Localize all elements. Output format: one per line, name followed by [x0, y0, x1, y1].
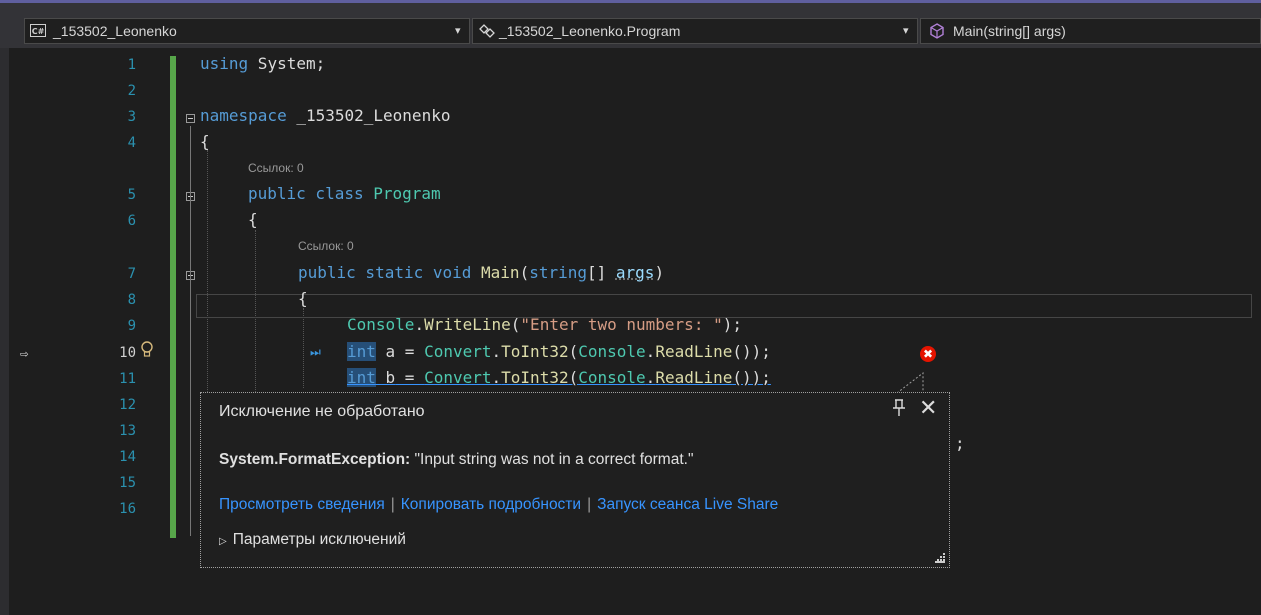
exception-message: System.FormatException: "Input string wa… — [219, 451, 693, 469]
popup-pointer — [896, 371, 924, 394]
error-icon[interactable]: ✖ — [920, 346, 936, 362]
indent-guide — [303, 308, 304, 388]
code-line-9: Console.WriteLine("Enter two numbers: ")… — [347, 315, 742, 334]
chevron-down-icon: ▾ — [455, 25, 461, 37]
class-dropdown-label: _153502_Leonenko.Program — [499, 23, 681, 39]
exception-settings-label: Параметры исключений — [232, 531, 406, 548]
code-line-5: public class Program — [248, 184, 441, 203]
line-number-current: 10 — [119, 345, 136, 361]
line-number: 9 — [127, 318, 136, 334]
view-details-link[interactable]: Просмотреть сведения — [219, 496, 385, 513]
live-share-link[interactable]: Запуск сеанса Live Share — [597, 496, 778, 513]
title-accent-line — [0, 0, 1261, 3]
line-number: 3 — [127, 109, 136, 125]
pin-icon[interactable] — [892, 399, 906, 417]
line-number: 4 — [127, 135, 136, 151]
code-line-3: namespace _153502_Leonenko — [200, 106, 451, 125]
project-dropdown[interactable]: C# _153502_Leonenko ▾ — [24, 18, 470, 44]
line-number: 11 — [119, 371, 136, 387]
line-number: 2 — [127, 83, 136, 99]
collapse-icon[interactable] — [186, 114, 195, 123]
code-line-10: int a = Convert.ToInt32(Console.ReadLine… — [347, 342, 771, 361]
resize-grip-icon[interactable] — [935, 553, 945, 563]
navigation-bar: C# _153502_Leonenko ▾ _153502_Leonenko.P… — [0, 0, 1261, 48]
exception-type: System.FormatException: — [219, 451, 411, 468]
line-number: 8 — [127, 292, 136, 308]
line-number: 15 — [119, 475, 136, 491]
exception-title: Исключение не обработано — [219, 403, 425, 420]
lightbulb-icon[interactable] — [140, 341, 154, 359]
chevron-down-icon: ▾ — [903, 25, 909, 37]
line-number: 16 — [119, 501, 136, 517]
code-line-1: using System; — [200, 54, 326, 73]
method-icon — [930, 23, 944, 39]
link-separator: | — [587, 496, 592, 513]
exception-links: Просмотреть сведения | Копировать подробно… — [219, 496, 778, 514]
indicator-margin — [0, 48, 9, 615]
execution-pointer-icon: ⇨ — [20, 346, 29, 362]
member-dropdown-label: Main(string[] args) — [953, 23, 1066, 39]
exception-helper-popup: Исключение не обработано ✕ System.Format… — [200, 392, 950, 568]
project-dropdown-label: _153502_Leonenko — [53, 23, 177, 39]
link-separator: | — [390, 496, 395, 513]
next-statement-icon[interactable]: ⏭ — [310, 345, 321, 360]
csharp-project-icon: C# — [30, 24, 46, 37]
line-number: 7 — [127, 266, 136, 282]
references-codelens[interactable]: Ссылок: 0 — [298, 239, 354, 253]
class-dropdown[interactable]: _153502_Leonenko.Program ▾ — [472, 18, 918, 44]
line-number: 13 — [119, 423, 136, 439]
exception-text: "Input string was not in a correct forma… — [410, 451, 694, 468]
code-line-8: { — [298, 289, 308, 308]
copy-details-link[interactable]: Копировать подробности — [401, 496, 581, 513]
line-number: 14 — [119, 449, 136, 465]
outline-guide — [190, 126, 191, 536]
expand-triangle-icon: ▷ — [219, 536, 227, 547]
code-line-11: int b = Convert.ToInt32(Console.ReadLine… — [347, 368, 771, 387]
line-number: 5 — [127, 187, 136, 203]
changes-bar — [170, 56, 176, 538]
line-number: 6 — [127, 213, 136, 229]
class-icon — [479, 24, 495, 38]
line-number: 12 — [119, 397, 136, 413]
close-icon[interactable]: ✕ — [919, 397, 937, 419]
code-line-7: public static void Main(string[] args) — [298, 263, 665, 282]
code-line-4: { — [200, 132, 210, 151]
references-codelens[interactable]: Ссылок: 0 — [248, 161, 304, 175]
line-number: 1 — [127, 57, 136, 73]
exception-settings-toggle[interactable]: ▷ Параметры исключений — [219, 531, 406, 549]
member-dropdown[interactable]: Main(string[] args) — [920, 18, 1261, 44]
code-line-6: { — [248, 210, 258, 229]
code-line-13-tail: ; — [955, 434, 965, 453]
